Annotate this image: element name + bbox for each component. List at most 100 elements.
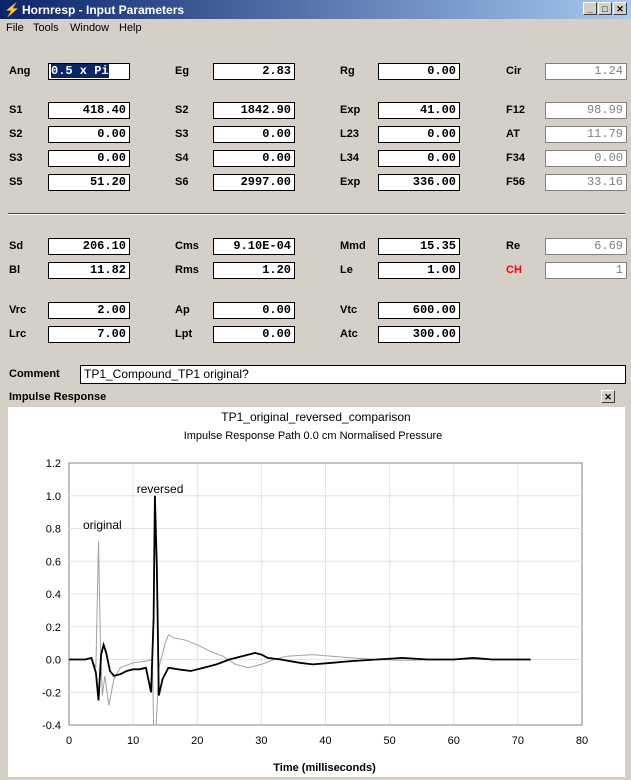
menu-bar: File Tools Window Help <box>0 19 631 39</box>
param-field-f56: 33.16 <box>545 174 627 191</box>
param-label-sd: Sd <box>9 240 24 252</box>
param-label-l34: L34 <box>340 152 359 164</box>
param-field-ang[interactable]: 0.5 x Pi <box>48 63 130 80</box>
param-label-at: AT <box>506 128 520 140</box>
param-label-cms: Cms <box>175 240 199 252</box>
param-label-l23: L23 <box>340 128 359 140</box>
param-field-ch: 1 <box>545 262 627 279</box>
menu-help[interactable]: Help <box>119 22 142 34</box>
maximize-button[interactable]: □ <box>598 2 612 15</box>
minimize-button[interactable]: _ <box>583 2 597 15</box>
param-field-rms[interactable]: 1.20 <box>213 262 295 279</box>
param-label-s3: S3 <box>9 152 23 164</box>
x-tick-label: 60 <box>448 735 460 747</box>
param-label-cir: Cir <box>506 65 522 77</box>
param-field-ap[interactable]: 0.00 <box>213 302 295 319</box>
param-field-rg[interactable]: 0.00 <box>378 63 460 80</box>
param-label-f56: F56 <box>506 176 525 188</box>
subwindow-close-button[interactable]: ✕ <box>601 390 615 403</box>
impulse-response-plot: TP1_original_reversed_comparison Impulse … <box>8 407 625 777</box>
param-field-vrc[interactable]: 2.00 <box>48 302 130 319</box>
param-field-cir: 1.24 <box>545 63 627 80</box>
param-field-bl[interactable]: 11.82 <box>48 262 130 279</box>
annotation-reversed: reversed <box>137 482 184 496</box>
param-field-le[interactable]: 1.00 <box>378 262 460 279</box>
param-label-s3: S3 <box>175 128 189 140</box>
param-field-s5[interactable]: 51.20 <box>48 174 130 191</box>
param-field-l23[interactable]: 0.00 <box>378 126 460 143</box>
menu-file[interactable]: File <box>6 22 24 34</box>
param-label-s2: S2 <box>175 104 189 116</box>
param-field-f12: 98.99 <box>545 102 627 119</box>
param-label-exp: Exp <box>340 104 361 116</box>
param-field-s1[interactable]: 418.40 <box>48 102 130 119</box>
param-label-rms: Rms <box>175 264 199 276</box>
param-label-s2: S2 <box>9 128 23 140</box>
param-field-l34[interactable]: 0.00 <box>378 150 460 167</box>
param-field-s4[interactable]: 0.00 <box>213 150 295 167</box>
title-bar: ⚡ Hornresp - Input Parameters _ □ ✕ <box>0 0 631 19</box>
app-icon: ⚡ <box>4 2 21 17</box>
y-tick-label: -0.4 <box>42 720 61 732</box>
x-tick-label: 10 <box>127 735 139 747</box>
param-field-sd[interactable]: 206.10 <box>48 238 130 255</box>
param-value-selected: 0.5 x Pi <box>51 64 109 78</box>
param-field-mmd[interactable]: 15.35 <box>378 238 460 255</box>
x-tick-label: 70 <box>512 735 524 747</box>
param-label-ang: Ang <box>9 65 31 77</box>
x-tick-label: 40 <box>319 735 331 747</box>
param-field-s3[interactable]: 0.00 <box>48 150 130 167</box>
comment-label: Comment <box>9 368 60 380</box>
param-field-re: 6.69 <box>545 238 627 255</box>
param-field-s2[interactable]: 0.00 <box>48 126 130 143</box>
param-label-lpt: Lpt <box>175 328 193 340</box>
param-field-exp[interactable]: 41.00 <box>378 102 460 119</box>
param-label-ap: Ap <box>175 304 190 316</box>
close-button[interactable]: ✕ <box>613 2 627 15</box>
param-field-f34: 0.00 <box>545 150 627 167</box>
param-field-s2[interactable]: 1842.90 <box>213 102 295 119</box>
chart-title: TP1_original_reversed_comparison <box>221 410 410 424</box>
menu-tools[interactable]: Tools <box>33 22 59 34</box>
impulse-response-titlebar: Impulse Response ✕ <box>0 389 631 406</box>
param-field-vtc[interactable]: 600.00 <box>378 302 460 319</box>
param-field-s3[interactable]: 0.00 <box>213 126 295 143</box>
param-label-f34: F34 <box>506 152 525 164</box>
x-tick-label: 50 <box>384 735 396 747</box>
param-label-eg: Eg <box>175 65 190 77</box>
y-tick-label: 0.0 <box>46 655 61 667</box>
window-title: Hornresp - Input Parameters <box>22 3 185 17</box>
param-label-re: Re <box>506 240 521 252</box>
comment-field[interactable]: TP1_Compound_TP1 original? <box>80 365 626 384</box>
param-field-atc[interactable]: 300.00 <box>378 326 460 343</box>
x-tick-label: 30 <box>255 735 267 747</box>
param-field-exp[interactable]: 336.00 <box>378 174 460 191</box>
y-tick-label: 0.2 <box>46 622 61 634</box>
param-label-ch: CH <box>506 264 522 276</box>
param-label-s4: S4 <box>175 152 189 164</box>
x-tick-label: 0 <box>66 735 72 747</box>
param-label-f12: F12 <box>506 104 525 116</box>
param-label-lrc: Lrc <box>9 328 27 340</box>
x-tick-label: 20 <box>191 735 203 747</box>
x-axis-label: Time (milliseconds) <box>273 762 376 774</box>
y-tick-label: 0.8 <box>46 524 61 536</box>
separator <box>8 213 625 215</box>
y-tick-label: -0.2 <box>42 687 61 699</box>
x-tick-label: 80 <box>576 735 588 747</box>
param-field-cms[interactable]: 9.10E-04 <box>213 238 295 255</box>
param-label-bl: Bl <box>9 264 20 276</box>
chart-subtitle: Impulse Response Path 0.0 cm Normalised … <box>184 430 443 442</box>
param-field-lpt[interactable]: 0.00 <box>213 326 295 343</box>
y-tick-label: 0.4 <box>46 589 61 601</box>
param-label-rg: Rg <box>340 65 355 77</box>
subwindow-title: Impulse Response <box>9 391 107 403</box>
param-label-s1: S1 <box>9 104 23 116</box>
impulse-response-chart: TP1_original_reversed_comparison Impulse … <box>42 410 588 774</box>
menu-window[interactable]: Window <box>70 22 109 34</box>
param-label-atc: Atc <box>340 328 358 340</box>
param-field-s6[interactable]: 2997.00 <box>213 174 295 191</box>
param-field-eg[interactable]: 2.83 <box>213 63 295 80</box>
param-field-lrc[interactable]: 7.00 <box>48 326 130 343</box>
y-tick-label: 0.6 <box>46 556 61 568</box>
